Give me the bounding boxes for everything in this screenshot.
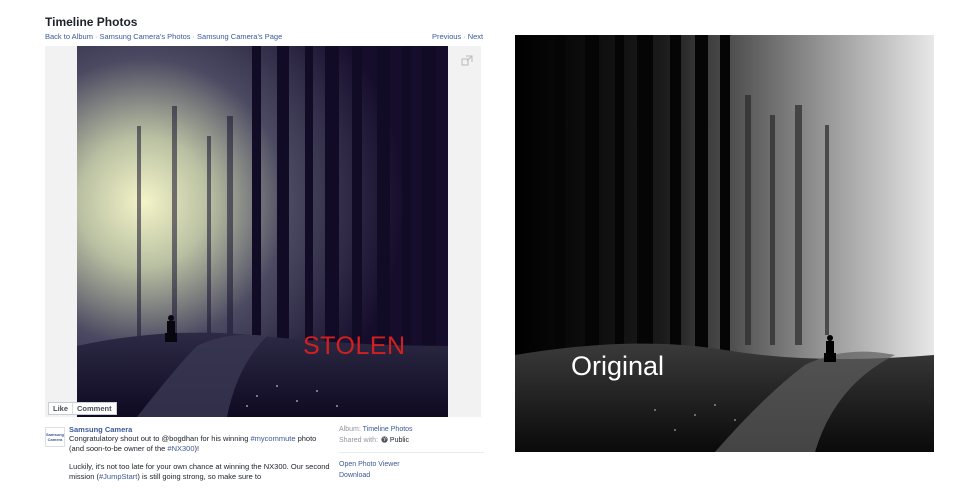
globe-icon <box>381 436 388 443</box>
shared-label: Shared with: <box>339 437 378 444</box>
like-comment-bar: Like Comment <box>48 402 117 415</box>
hashtag-link[interactable]: #NX300 <box>167 444 194 453</box>
facebook-photo-page: Timeline Photos Back to Album · Samsung Ca… <box>0 0 500 481</box>
album-link[interactable]: Timeline Photos <box>363 426 413 433</box>
album-label: Album: <box>339 426 361 433</box>
poster-name-link[interactable]: Samsung Camera <box>69 425 132 434</box>
shared-row: Shared with: Public <box>339 435 484 446</box>
like-button[interactable]: Like <box>49 403 72 414</box>
meta-divider <box>339 452 484 453</box>
breadcrumb: Back to Album · Samsung Camera's Photos · Sa… <box>45 32 282 41</box>
post-text-span: )! <box>194 443 200 453</box>
next-link[interactable]: Next <box>468 32 483 41</box>
page-title: Timeline Photos <box>45 15 138 29</box>
post-paragraph: Congratulatory shout out to @bogdhan for… <box>69 434 331 453</box>
previous-link[interactable]: Previous <box>432 32 461 41</box>
avatar[interactable]: Samsung Camera <box>45 427 65 447</box>
stolen-photo[interactable]: STOLEN <box>77 46 448 417</box>
open-viewer-row: Open Photo Viewer <box>339 459 484 470</box>
forest-photo-tinted <box>77 46 448 417</box>
expand-icon[interactable] <box>461 54 473 66</box>
forest-photo-bw <box>515 35 934 452</box>
hashtag-link[interactable]: #JumpStart <box>99 472 137 481</box>
album-row: Album: Timeline Photos <box>339 424 484 435</box>
post-paragraph: Luckily, it's not too late for your own … <box>69 462 331 481</box>
original-label: Original <box>571 351 665 381</box>
post-text-span: ) is still going strong, so make sure to <box>137 471 262 481</box>
download-link[interactable]: Download <box>339 472 370 479</box>
download-row: Download <box>339 470 484 481</box>
privacy-value[interactable]: Public <box>390 437 409 444</box>
stolen-overlay-text: STOLEN <box>303 332 406 360</box>
post-text-span: Congratulatory shout out to @bogdhan for… <box>69 434 251 443</box>
photo-pager: Previous · Next <box>432 32 483 41</box>
photo-meta: Album: Timeline Photos Shared with: Publi… <box>339 424 484 481</box>
back-to-album-link[interactable]: Back to Album <box>45 32 93 41</box>
comment-button[interactable]: Comment <box>72 403 116 414</box>
open-photo-viewer-link[interactable]: Open Photo Viewer <box>339 461 400 468</box>
samsung-page-link[interactable]: Samsung Camera's Page <box>197 32 282 41</box>
samsung-photos-link[interactable]: Samsung Camera's Photos <box>99 32 190 41</box>
post-text: Congratulatory shout out to @bogdhan for… <box>69 434 331 490</box>
hashtag-link[interactable]: #mycommute <box>250 434 295 443</box>
photo-stage: STOLEN <box>45 46 481 417</box>
original-photo: Original <box>515 35 934 452</box>
